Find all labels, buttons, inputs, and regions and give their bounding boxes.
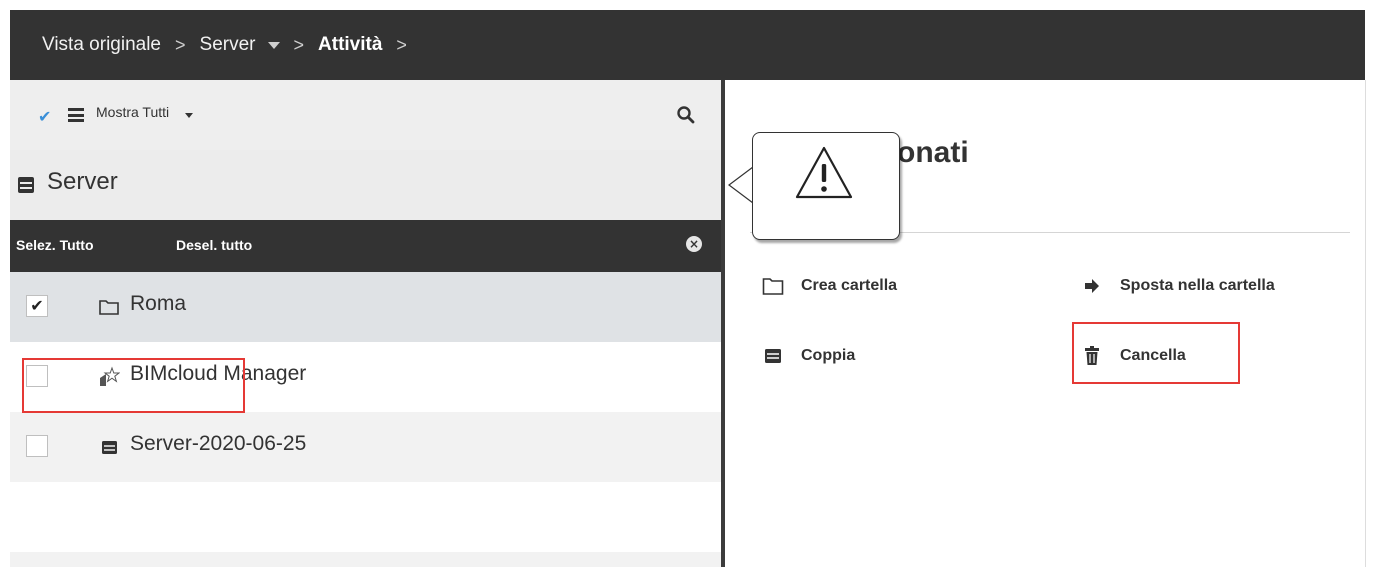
deselect-all-button[interactable]: Desel. tutto — [176, 237, 252, 253]
highlight-box — [1072, 322, 1240, 384]
section-header: Server — [10, 150, 721, 220]
list-item-empty — [10, 482, 721, 552]
list-item[interactable]: ✔ Roma — [10, 272, 721, 342]
section-title: Server — [47, 168, 118, 195]
warning-icon — [795, 146, 853, 199]
breadcrumb: Vista originale > Server > Attività > — [10, 10, 1365, 80]
move-to-folder-button[interactable]: Sposta nella cartella — [1081, 276, 1275, 296]
item-checkbox[interactable]: ✔ — [26, 295, 48, 317]
highlight-box — [22, 358, 245, 413]
left-pane: ✔ Mostra Tutti Server Selez. Tutto Desel… — [10, 80, 721, 567]
select-all-button[interactable]: Selez. Tutto — [16, 237, 94, 253]
breadcrumb-separator-icon: > — [175, 34, 186, 55]
action-label: Coppia — [801, 347, 856, 364]
copy-button[interactable]: Coppia — [762, 346, 855, 366]
breadcrumb-separator-icon: > — [293, 34, 305, 55]
list-item-label: Server-2020-06-25 — [130, 432, 307, 455]
breadcrumb-separator-icon: > — [396, 34, 407, 55]
breadcrumb-server[interactable]: Server — [200, 34, 280, 56]
chevron-down-icon[interactable] — [267, 41, 280, 49]
arrow-right-icon — [1081, 276, 1103, 296]
list-item-label: Roma — [130, 292, 187, 315]
action-label: Sposta nella cartella — [1120, 277, 1275, 294]
list-toolbar: ✔ Mostra Tutti — [10, 80, 721, 150]
folder-icon — [99, 300, 119, 315]
selection-bar: Selez. Tutto Desel. tutto × — [10, 220, 721, 272]
panel-title: onati — [897, 136, 969, 169]
checkmark-icon[interactable]: ✔ — [38, 107, 51, 126]
server-icon — [762, 346, 784, 366]
server-icon — [18, 177, 34, 193]
search-icon[interactable] — [675, 104, 697, 126]
breadcrumb-server-label: Server — [199, 34, 256, 55]
folder-icon — [762, 276, 784, 296]
action-label: Crea cartella — [801, 277, 898, 294]
breadcrumb-activity[interactable]: Attività — [318, 34, 382, 56]
server-icon — [102, 441, 117, 454]
list-menu-icon[interactable] — [68, 108, 84, 122]
warning-callout — [752, 132, 900, 240]
chevron-down-icon[interactable] — [185, 113, 193, 118]
filter-dropdown[interactable]: Mostra Tutti — [96, 104, 169, 120]
create-folder-button[interactable]: Crea cartella — [762, 276, 897, 296]
close-icon[interactable]: × — [686, 236, 702, 252]
item-checkbox[interactable] — [26, 435, 48, 457]
breadcrumb-original-view[interactable]: Vista originale — [42, 34, 161, 56]
list-item[interactable]: Server-2020-06-25 — [10, 412, 721, 482]
